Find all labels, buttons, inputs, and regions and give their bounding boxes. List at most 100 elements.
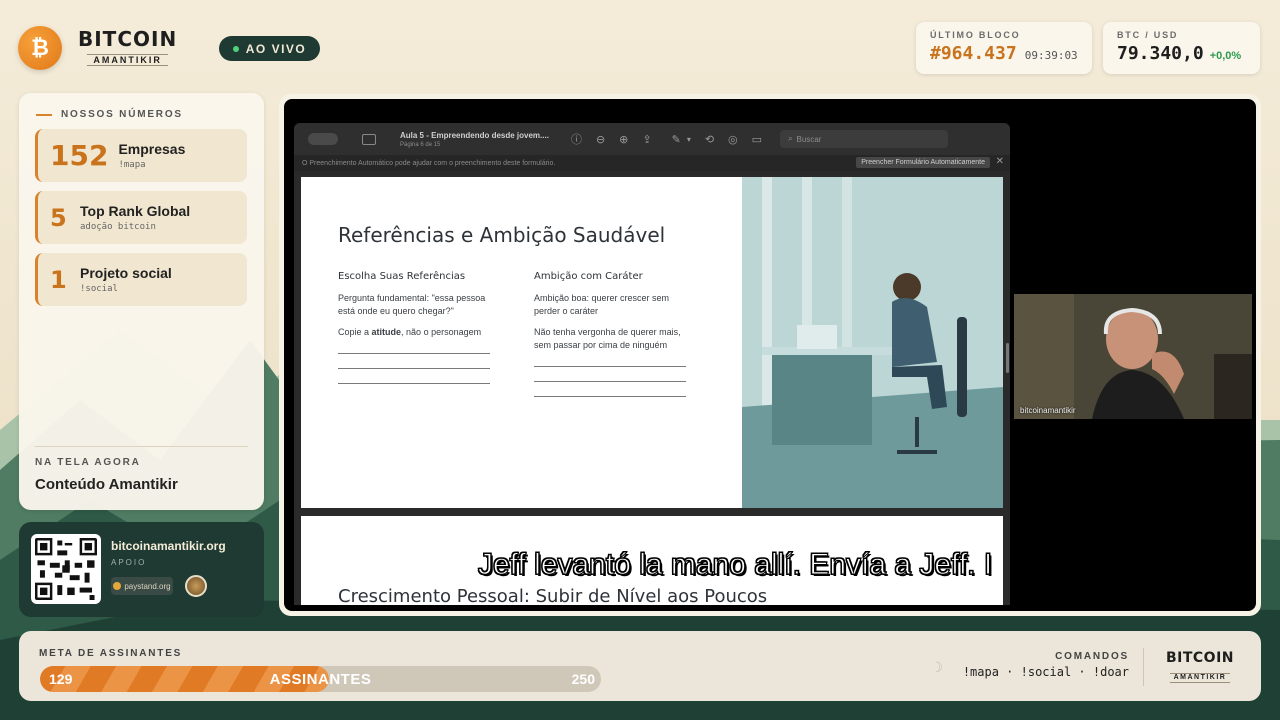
search-input[interactable]: ⌕ Buscar [780, 130, 949, 148]
stat-title: Projeto social [80, 265, 172, 281]
right-paragraph-1: Ambição boa: querer crescer sem perder o… [534, 293, 670, 316]
stat-number: 5 [50, 203, 67, 232]
slide-page: Referências e Ambição Saudável Escolha S… [301, 177, 1003, 508]
page-info: Página 6 de 15 [400, 141, 441, 148]
brand-subtitle: AMANTIKIR [87, 54, 168, 66]
autofill-notice: O Preenchimento Automático pode ajudar c… [302, 159, 556, 167]
stat-command: !mapa [118, 160, 146, 170]
site-url-link[interactable]: bitcoinamantikir.org [111, 539, 226, 553]
search-placeholder: Buscar [796, 134, 822, 144]
screen-share: Aula 5 - Empreendendo desde jovem.... Pá… [284, 99, 1256, 611]
annotate-icon[interactable]: ◎ [728, 133, 738, 146]
markup-pen-icon[interactable]: ✎ [672, 133, 681, 146]
document-title: Aula 5 - Empreendendo desde jovem.... [400, 130, 549, 140]
now-showing-label: NA TELA AGORA [35, 457, 141, 468]
close-icon[interactable]: ✕ [996, 156, 1004, 167]
stream-stage: Aula 5 - Empreendendo desde jovem.... Pá… [279, 94, 1261, 616]
divider [1143, 648, 1144, 686]
search-icon: ⌕ [788, 134, 793, 143]
stat-command: adoção bitcoin [80, 222, 156, 232]
right-heading: Ambição com Caráter [534, 271, 643, 282]
next-slide-title: Crescimento Pessoal: Subir de Nível aos … [338, 586, 768, 605]
support-label: APOIO [111, 558, 147, 567]
live-dot-icon [232, 45, 239, 52]
webcam-name-label: bitcoinamantikir [1020, 406, 1076, 415]
blank-line [338, 383, 490, 384]
stat-command: !social [80, 284, 118, 294]
stat-title: Top Rank Global [80, 203, 191, 219]
btc-price: 79.340,0 [1117, 43, 1204, 64]
left-paragraph-1: Pergunta fundamental: "essa pessoa está … [338, 293, 486, 316]
stats-panel: NOSSOS NÚMEROS 152 Empresas !mapa 5 Top … [19, 93, 264, 510]
stat-card-rank: 5 Top Rank Global adoção bitcoin [35, 191, 247, 244]
pdf-viewer-window: Aula 5 - Empreendendo desde jovem.... Pá… [294, 123, 1010, 605]
goal-label: META DE ASSINANTES [39, 648, 183, 659]
last-block-ticker: ÚLTIMO BLOCO #964.437 09:39:03 [916, 22, 1092, 74]
autofill-banner: O Preenchimento Automático pode ajudar c… [294, 155, 1010, 171]
bitcoin-logo-icon: ₿ [18, 26, 62, 70]
blank-line [534, 396, 686, 397]
goal-max: 250 [571, 671, 595, 687]
chevron-down-icon[interactable]: ▾ [687, 135, 691, 144]
bottom-bar: META DE ASSINANTES 129 ASSINANTES 250 ☽ … [19, 631, 1261, 701]
block-number: #964.437 [930, 43, 1017, 64]
price-label: BTC / USD [1117, 30, 1179, 40]
zoom-out-icon[interactable]: ⊖ [596, 133, 605, 146]
webcam-feed: bitcoinamantikir [1014, 294, 1252, 419]
last-block-label: ÚLTIMO BLOCO [930, 30, 1021, 40]
slide-title: Referências e Ambição Saudável [338, 223, 666, 247]
stat-number: 1 [50, 265, 67, 294]
site-card: bitcoinamantikir.org APOIO paystand.org [19, 522, 264, 617]
divider [35, 446, 248, 447]
brand-title: BITCOIN [78, 27, 178, 51]
autofill-button[interactable]: Preencher Formulário Automaticamente [856, 157, 990, 168]
info-icon[interactable]: ⓘ [571, 131, 582, 147]
commands-list: !mapa · !social · !doar [962, 665, 1129, 679]
price-change: +0,0% [1209, 50, 1242, 62]
block-time: 09:39:03 [1024, 49, 1078, 62]
footer-brand-title: BITCOIN [1165, 650, 1234, 666]
presenter-video [1014, 294, 1252, 419]
footer-brand: BITCOIN AMANTIKIR [1166, 651, 1234, 684]
scrollbar[interactable] [1006, 343, 1009, 373]
btc-price-ticker: BTC / USD 79.340,0 +0,0% [1103, 22, 1260, 74]
left-paragraph-2: Copie a atitude, não o personagem [338, 327, 482, 337]
paystand-badge[interactable]: paystand.org [111, 577, 173, 595]
left-heading: Escolha Suas Referências [338, 271, 466, 282]
commands-label: COMANDOS [1055, 651, 1129, 662]
now-showing-value: Conteúdo Amantikir [35, 476, 178, 493]
blank-line [534, 381, 686, 382]
slide-column-right: Ambição com Caráter Ambição boa: querer … [534, 271, 694, 402]
live-label: AO VIVO [245, 41, 307, 56]
partner-coin-icon [185, 575, 207, 597]
form-icon[interactable]: ▭ [752, 133, 762, 146]
goal-center-label: ASSINANTES [269, 671, 372, 688]
sidebar-toggle-icon[interactable] [362, 133, 376, 145]
blank-line [338, 368, 490, 369]
stat-number: 152 [50, 139, 109, 172]
brand-logo: ₿ BITCOIN AMANTIKIR [18, 26, 177, 70]
window-controls[interactable] [308, 133, 338, 145]
live-badge: AO VIVO [219, 36, 320, 61]
zoom-in-icon[interactable]: ⊕ [619, 133, 628, 146]
office-photo [742, 177, 1003, 508]
heading-accent-bar [36, 113, 52, 116]
footer-brand-subtitle: AMANTIKIR [1169, 673, 1231, 683]
right-paragraph-2: Não tenha vergonha de querer mais, sem p… [534, 327, 681, 350]
paystand-label: paystand.org [124, 581, 171, 591]
moon-icon: ☽ [930, 659, 943, 675]
stat-title: Empresas [118, 141, 186, 157]
rotate-icon[interactable]: ⟲ [705, 133, 714, 146]
stat-card-companies: 152 Empresas !mapa [35, 129, 247, 182]
stat-card-social: 1 Projeto social !social [35, 253, 247, 306]
viewer-toolbar: Aula 5 - Empreendendo desde jovem.... Pá… [294, 123, 1010, 155]
blank-line [338, 353, 490, 354]
blank-line [534, 366, 686, 367]
qr-code-icon [31, 534, 101, 604]
paystand-icon [113, 582, 122, 590]
live-caption: Jeff levantó la mano allí. Envía a Jeff.… [477, 548, 993, 582]
stats-heading: NOSSOS NÚMEROS [61, 109, 183, 120]
share-icon[interactable]: ⇪ [642, 133, 651, 146]
slide-column-left: Escolha Suas Referências Pergunta fundam… [338, 271, 498, 389]
subscriber-progress-bar: 129 ASSINANTES 250 [40, 666, 601, 692]
